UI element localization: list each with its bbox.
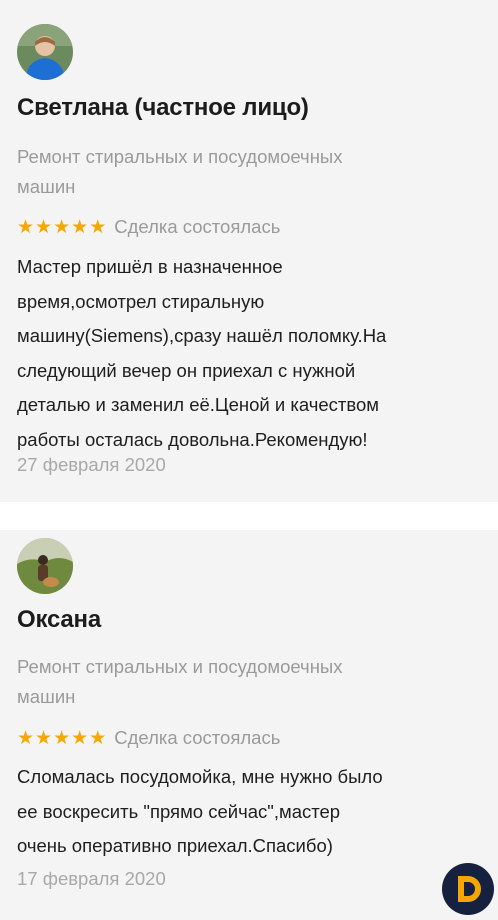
star-icon: ★: [71, 726, 89, 749]
review-text-line: время,осмотрел стиральную: [17, 290, 265, 312]
rating-row: ★ ★ ★ ★ ★ Сделка состоялась: [17, 723, 280, 753]
star-icon: ★: [71, 215, 89, 238]
review-text-line: очень оперативно приехал.Спасибо): [17, 835, 333, 856]
review-text-line: ее воскресить "прямо сейчас",мастер: [17, 800, 341, 822]
reviewer-name: Оксана: [17, 606, 101, 633]
avatar[interactable]: [17, 538, 73, 594]
review-text: Мастер пришёл в назначенное время,осмотр…: [17, 250, 492, 457]
category-line: машин: [17, 686, 76, 707]
star-icon: ★: [89, 215, 107, 238]
star-icon: ★: [53, 726, 71, 749]
avatar-image: [17, 24, 73, 80]
review-date: 27 февраля 2020: [17, 454, 166, 475]
reviews-page: Светлана (частное лицо) Ремонт стиральны…: [0, 0, 498, 920]
star-icon: ★: [17, 726, 35, 749]
logo-icon[interactable]: [441, 862, 495, 916]
star-icon: ★: [89, 726, 107, 749]
review-card: Светлана (частное лицо) Ремонт стиральны…: [0, 0, 498, 502]
star-icon: ★: [53, 215, 71, 238]
category-line: Ремонт стиральных и посудомоечных: [17, 146, 343, 167]
review-text-line: следующий вечер он приехал с нужной: [17, 359, 356, 381]
star-icon: ★: [17, 215, 35, 238]
review-text-line: деталью и заменил её.Ценой и качеством: [17, 394, 380, 415]
star-icon: ★: [35, 215, 53, 238]
star-icon: ★: [35, 726, 53, 749]
review-text-line: работы осталась довольна.Рекомендую!: [17, 428, 368, 450]
deal-status: Сделка состоялась: [114, 727, 281, 748]
logo-image: [442, 863, 494, 915]
category-line: Ремонт стиральных и посудомоечных: [17, 656, 343, 677]
review-text-line: машину(Siemens),сразу нашёл поломку.На: [17, 325, 387, 346]
service-category: Ремонт стиральных и посудомоечных машин: [17, 142, 457, 202]
reviewer-name: Светлана (частное лицо): [17, 94, 309, 121]
avatar[interactable]: [17, 24, 73, 80]
rating-row: ★ ★ ★ ★ ★ Сделка состоялась: [17, 212, 280, 242]
review-text-line: Сломалась посудомойка, мне нужно было: [17, 766, 383, 787]
service-category: Ремонт стиральных и посудомоечных машин: [17, 652, 457, 712]
review-card: Оксана Ремонт стиральных и посудомоечных…: [0, 530, 498, 920]
deal-status: Сделка состоялась: [114, 216, 281, 237]
category-line: машин: [17, 176, 76, 197]
review-text: Сломалась посудомойка, мне нужно было ее…: [17, 760, 492, 864]
avatar-image: [17, 538, 73, 594]
star-rating: ★ ★ ★ ★ ★: [17, 726, 107, 749]
star-rating: ★ ★ ★ ★ ★: [17, 215, 107, 238]
review-text-line: Мастер пришёл в назначенное: [17, 256, 283, 277]
review-date: 17 февраля 2020: [17, 868, 166, 889]
